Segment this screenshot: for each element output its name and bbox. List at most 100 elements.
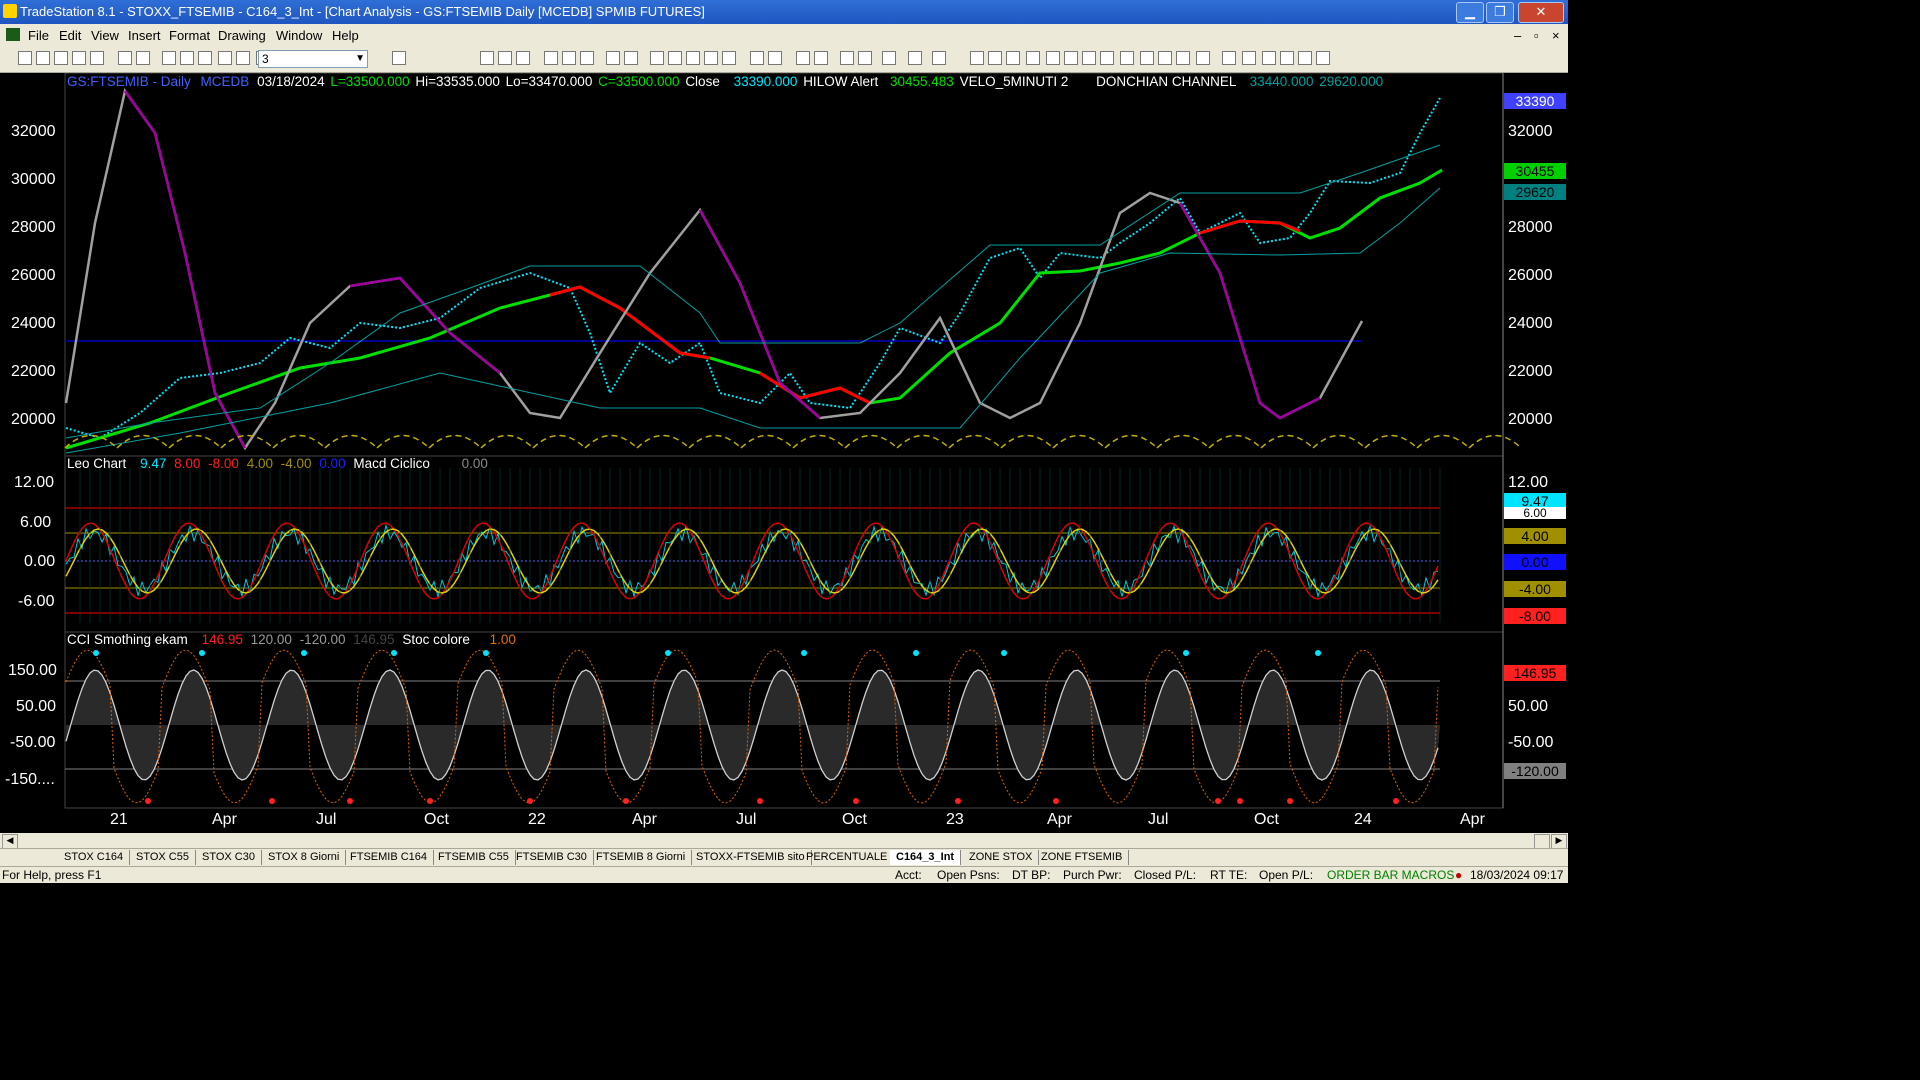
tab-ftsemib-c30[interactable]: FTSEMIB C30 [510,850,594,865]
tab-zone-stox[interactable]: ZONE STOX [963,850,1040,865]
new-icon[interactable] [18,51,32,65]
x-tick-4: 22 [528,811,546,828]
velo-label: VELO_5MINUTI 2 [959,74,1069,89]
format-2-icon[interactable] [498,51,512,65]
vline-icon[interactable] [1006,51,1020,65]
open-ws-icon[interactable] [54,51,68,65]
pitchfork-icon[interactable] [1120,51,1134,65]
menu-file[interactable]: File [28,28,49,43]
rectangle-icon[interactable] [1280,51,1294,65]
ellipse-icon[interactable] [1082,51,1096,65]
chart-area[interactable]: GS:FTSEMIB - Daily MCEDB 03/18/2024 L=33… [0,73,1568,833]
hline-icon[interactable] [988,51,1002,65]
x-tick-1: Apr [212,811,237,828]
tab-stox-c30[interactable]: STOX C30 [196,850,262,865]
menu-insert[interactable]: Insert [128,28,161,43]
indicator-icon[interactable] [236,51,250,65]
menu-view[interactable]: View [91,28,119,43]
freehand-icon[interactable] [1176,51,1190,65]
line-chart-icon[interactable] [686,51,700,65]
macro-icon[interactable] [908,51,922,65]
mdi-minimize-button[interactable]: – [1514,28,1521,43]
tab-ftsemib-c164[interactable]: FTSEMIB C164 [344,850,435,865]
save-icon[interactable] [90,51,104,65]
kagi-icon[interactable] [722,51,736,65]
find-icon[interactable] [392,51,406,65]
tab-stoxx-ftsemib-sito[interactable]: STOXX-FTSEMIB sito [690,850,812,865]
circle-icon[interactable] [1262,51,1276,65]
arrow-down-icon[interactable] [1222,51,1236,65]
chart-canvas[interactable] [0,73,1568,833]
mdi-close-button[interactable]: × [1552,28,1560,43]
tab-zone-ftsemib[interactable]: ZONE FTSEMIB [1035,850,1130,865]
drawing-icon[interactable] [858,51,872,65]
fib-icon[interactable] [1026,51,1040,65]
abc-icon[interactable] [1298,51,1312,65]
arrow-icon[interactable] [1064,51,1078,65]
interval-combo[interactable]: 3 ▼ [258,50,368,68]
properties-icon[interactable] [882,51,896,65]
bar-chart-icon[interactable] [650,51,664,65]
menu-window[interactable]: Window [276,28,322,43]
insert-analysis-icon[interactable] [218,51,232,65]
format-1-icon[interactable] [480,51,494,65]
x-tick-11: Oct [1254,811,1279,828]
tab-percentuale[interactable]: PERCENTUALE [800,850,895,865]
open-icon[interactable] [36,51,50,65]
tab-c164-3-int[interactable]: C164_3_Int [890,850,962,865]
toggle-2-icon[interactable] [580,51,594,65]
minimize-button[interactable]: ▁ [1456,2,1484,23]
horizontal-scrollbar[interactable]: ◀ ▶ [0,833,1568,849]
cci-label: CCI Smothing ekam [67,632,188,647]
tab-stox-c55[interactable]: STOX C55 [130,850,196,865]
pan-right-icon[interactable] [768,51,782,65]
channel-icon[interactable] [1046,51,1060,65]
zoom-fit-icon[interactable] [544,51,558,65]
point-fig-icon[interactable] [704,51,718,65]
zoom-in-icon[interactable] [796,51,810,65]
tab-stox-c164[interactable]: STOX C164 [58,850,131,865]
extra-icon[interactable] [1316,51,1330,65]
zoom-out-icon[interactable] [814,51,828,65]
status-acct: Acct: [895,868,922,882]
print-icon[interactable] [118,51,132,65]
menu-drawing[interactable]: Drawing [218,28,266,43]
copy-icon[interactable] [180,51,194,65]
symbol-link-icon[interactable] [606,51,620,65]
toggle-1-icon[interactable] [562,51,576,65]
pointer-icon[interactable] [840,51,854,65]
arrow-up-icon[interactable] [1242,51,1256,65]
trendline-icon[interactable] [970,51,984,65]
gann-icon[interactable] [1140,51,1154,65]
menu-format[interactable]: Format [169,28,210,43]
maximize-button[interactable]: ❐ [1486,2,1514,23]
tab-stox-8-giorni[interactable]: STOX 8 Giorni [262,850,347,865]
hilow-label: HILOW Alert [803,74,879,89]
candle-icon[interactable] [668,51,682,65]
mdi-restore-button[interactable]: ▫ [1534,28,1539,43]
close-button[interactable]: ✕ [1518,2,1564,23]
pan-left-icon[interactable] [750,51,764,65]
scroll-thumb[interactable] [1534,834,1550,849]
chevron-down-icon[interactable]: ▼ [355,51,365,67]
tab-ftsemib-c55[interactable]: FTSEMIB C55 [432,850,516,865]
paste-icon[interactable] [198,51,212,65]
new-ws-icon[interactable] [72,51,86,65]
cut-icon[interactable] [162,51,176,65]
p1-raxis-20000: 20000 [1508,411,1553,428]
tab-ftsemib-8-giorni[interactable]: FTSEMIB 8 Giorni [590,850,693,865]
snap-icon[interactable] [932,51,946,65]
scroll-right-icon[interactable]: ▶ [1551,834,1567,849]
scroll-left-icon[interactable]: ◀ [2,834,18,849]
format-3-icon[interactable] [516,51,530,65]
print-preview-icon[interactable] [136,51,150,65]
text-icon[interactable] [1100,51,1114,65]
data-window-icon[interactable] [624,51,638,65]
status-order-bar[interactable]: ORDER BAR MACROS [1327,868,1454,882]
donchian-label: DONCHIAN CHANNEL [1096,74,1236,89]
menu-help[interactable]: Help [332,28,359,43]
cycle-down-4 [1178,202,1321,420]
curve-icon[interactable] [1196,51,1210,65]
speed-icon[interactable] [1158,51,1172,65]
menu-edit[interactable]: Edit [59,28,81,43]
